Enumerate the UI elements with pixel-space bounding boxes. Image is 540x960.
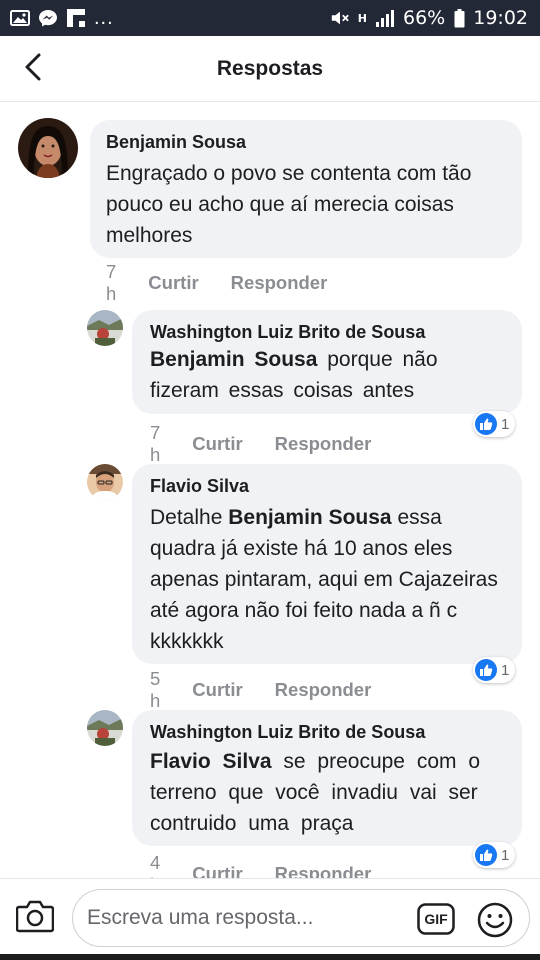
avatar[interactable]	[87, 710, 123, 746]
comment-time: 7 h	[106, 261, 117, 304]
comment-text: Detalhe Benjamin Sousa essa quadra já ex…	[150, 502, 506, 657]
header: Respostas	[0, 36, 540, 102]
reply-button[interactable]: Responder	[231, 272, 328, 294]
gif-button[interactable]: GIF	[417, 903, 455, 935]
comment-author[interactable]: Benjamin Sousa	[106, 130, 506, 154]
like-button[interactable]: Curtir	[148, 272, 198, 294]
flipboard-icon	[66, 9, 86, 27]
avatar[interactable]	[87, 464, 123, 500]
reply-composer: GIF	[0, 878, 540, 954]
comment-bubble[interactable]: Flavio Silva Detalhe Benjamin Sousa essa…	[132, 464, 522, 664]
status-bar: ... H 66% 19:02	[0, 0, 540, 36]
mention-link[interactable]: Benjamin Sousa	[228, 506, 391, 529]
comment-text: Benjamin Sousa porque não fizeram essas …	[150, 344, 506, 406]
avatar[interactable]	[18, 118, 78, 178]
comment-author[interactable]: Washington Luiz Brito de Sousa	[150, 720, 506, 744]
comment-author[interactable]: Flavio Silva	[150, 474, 506, 498]
thumbs-up-icon	[475, 844, 497, 866]
comment-bubble[interactable]: Washington Luiz Brito de Sousa Benjamin …	[132, 310, 522, 414]
mention-link[interactable]: Flavio Silva	[150, 750, 272, 773]
comment-prefix: Detalhe	[150, 506, 223, 529]
comment-text: Flavio Silva se preocupe com o terreno q…	[150, 746, 506, 839]
reaction-count-badge[interactable]: 1	[473, 842, 516, 868]
thumbs-up-icon	[475, 659, 497, 681]
signal-icon	[375, 9, 395, 27]
status-bar-system: H 66% 19:02	[330, 7, 528, 29]
gallery-icon	[10, 9, 30, 27]
emoji-icon	[477, 902, 513, 942]
battery-percent: 66%	[403, 7, 446, 29]
comment-actions: 7 h Curtir Responder	[106, 261, 327, 305]
reaction-count-badge[interactable]: 1	[473, 411, 516, 437]
comment-text: Engraçado o povo se contenta com tão pou…	[106, 162, 472, 247]
emoji-button[interactable]	[477, 902, 513, 938]
navigation-bar-edge	[0, 954, 540, 960]
status-bar-notifications: ...	[10, 8, 114, 28]
chevron-left-icon	[24, 53, 42, 86]
battery-icon	[453, 8, 465, 27]
back-button[interactable]	[16, 50, 50, 88]
camera-icon	[15, 900, 55, 937]
reaction-count: 1	[501, 415, 510, 433]
reply-button[interactable]: Responder	[275, 679, 372, 701]
thumbs-up-icon	[475, 413, 497, 435]
network-type: H	[357, 11, 367, 25]
comment-actions: 5 h Curtir Responder	[150, 668, 371, 712]
reply-input-wrapper: GIF	[72, 889, 530, 947]
gif-label: GIF	[424, 911, 448, 927]
messenger-icon	[38, 9, 58, 27]
reply-button[interactable]: Responder	[275, 433, 372, 455]
more-notifications: ...	[94, 7, 114, 29]
reaction-count-badge[interactable]: 1	[473, 657, 516, 683]
reaction-count: 1	[501, 661, 510, 679]
reply-input[interactable]	[87, 898, 407, 938]
comment-actions: 7 h Curtir Responder	[150, 422, 371, 466]
mention-link[interactable]: Benjamin Sousa	[150, 348, 317, 371]
clock: 19:02	[473, 7, 528, 29]
camera-button[interactable]	[15, 899, 56, 937]
comment-time: 7 h	[150, 422, 161, 465]
reaction-count: 1	[501, 846, 510, 864]
comment-time: 5 h	[150, 668, 161, 711]
mute-icon	[330, 9, 350, 27]
page-title: Respostas	[216, 56, 324, 80]
comment-bubble[interactable]: Washington Luiz Brito de Sousa Flavio Si…	[132, 710, 522, 846]
like-button[interactable]: Curtir	[192, 679, 242, 701]
comment-author[interactable]: Washington Luiz Brito de Sousa	[150, 320, 506, 344]
like-button[interactable]: Curtir	[192, 433, 242, 455]
comment-bubble[interactable]: Benjamin Sousa Engraçado o povo se conte…	[90, 120, 522, 258]
avatar[interactable]	[87, 310, 123, 346]
